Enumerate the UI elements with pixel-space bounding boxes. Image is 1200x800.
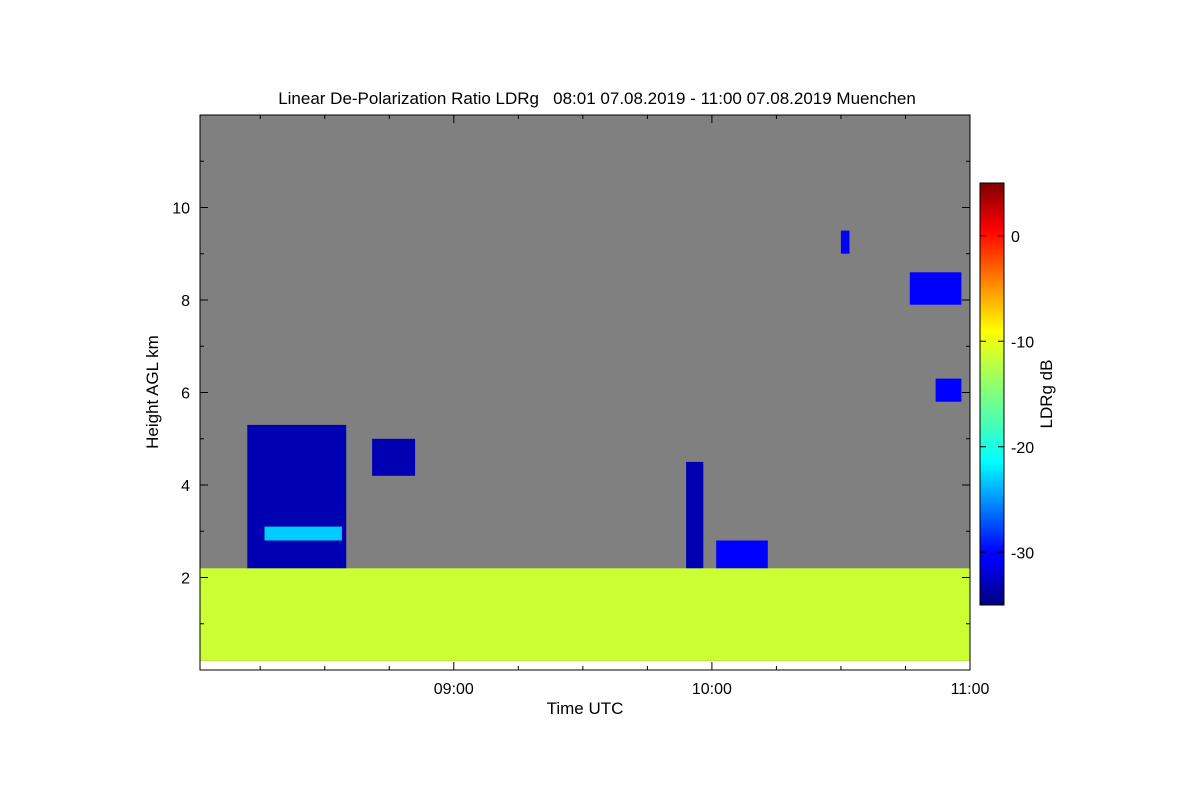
- y-tick-label: 10: [172, 201, 190, 218]
- colorbar-gradient: [979, 182, 1005, 606]
- ldr-chart-figure: Linear De-Polarization Ratio LDRg 08:01 …: [143, 89, 1056, 718]
- ldr-feature-6: [909, 272, 962, 305]
- x-tick-label: 10:00: [692, 681, 732, 698]
- y-tick-label: 6: [181, 386, 190, 403]
- ldr-feature-9: [200, 568, 970, 661]
- ldr-feature-2: [372, 438, 416, 476]
- colorbar-tick-label: 0: [1011, 229, 1020, 246]
- plot-area: [199, 114, 971, 671]
- y-tick-label: 4: [181, 478, 190, 495]
- chart-title: Linear De-Polarization Ratio LDRg 08:01 …: [278, 89, 916, 108]
- ground-strip: [200, 661, 970, 670]
- ldr-feature-5: [840, 230, 850, 254]
- ldr-feature-7: [935, 378, 962, 402]
- y-tick-label: 2: [181, 571, 190, 588]
- x-axis-label: Time UTC: [547, 699, 624, 718]
- colorbar-tick-label: -10: [1011, 334, 1034, 351]
- colorbar: 0 -10 -20 -30 LDRg dB: [979, 182, 1056, 606]
- colorbar-tick-label: -30: [1011, 545, 1034, 562]
- y-tick-label: 8: [181, 293, 190, 310]
- ldr-feature-8: [264, 526, 342, 541]
- colorbar-tick-label: -20: [1011, 440, 1034, 457]
- colorbar-label: LDRg dB: [1037, 360, 1056, 429]
- y-axis-label: Height AGL km: [143, 335, 162, 449]
- x-tick-label: 11:00: [951, 681, 990, 698]
- x-tick-label: 09:00: [434, 681, 474, 698]
